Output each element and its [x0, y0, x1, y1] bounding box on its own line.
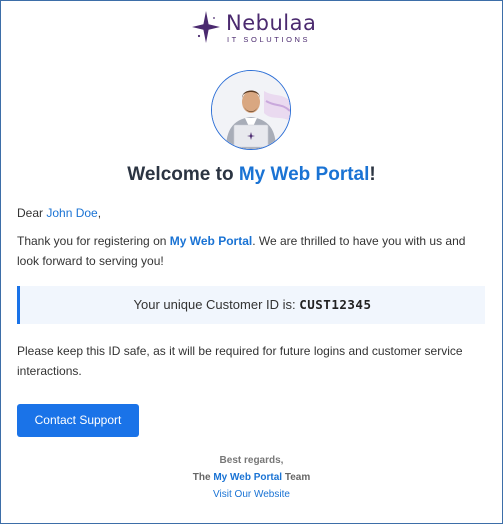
- visit-website-link[interactable]: Visit Our Website: [213, 489, 290, 500]
- thanks-portal-name: My Web Portal: [169, 234, 253, 248]
- footer-link-row: Visit Our Website: [1, 487, 502, 503]
- welcome-portal-name: My Web Portal: [238, 164, 370, 185]
- customer-id-label: Your unique Customer ID is:: [133, 297, 300, 312]
- thanks-prefix: Thank you for registering on: [17, 234, 170, 248]
- footer-team-suffix: Team: [282, 472, 311, 483]
- greeting-dear: Dear: [17, 206, 47, 220]
- person-with-laptop-avatar: [212, 71, 290, 149]
- footer-team-prefix: The: [192, 472, 214, 483]
- welcome-suffix: !: [369, 164, 376, 185]
- keep-id-safe-notice: Please keep this ID safe, as it will be …: [17, 344, 463, 378]
- welcome-prefix: Welcome to: [127, 164, 239, 185]
- customer-id-box: Your unique Customer ID is: CUST12345: [17, 286, 485, 324]
- brand-tagline: IT SOLUTIONS: [227, 35, 311, 44]
- email-frame: Nebulaa IT SOLUTIONS Welcome to My Web P…: [0, 0, 503, 524]
- contact-support-button[interactable]: Contact Support: [17, 404, 139, 437]
- greeting-comma: ,: [97, 206, 102, 220]
- customer-id-value: CUST12345: [299, 297, 372, 312]
- welcome-heading: Welcome to My Web Portal!: [1, 164, 502, 186]
- brand-logo: Nebulaa IT SOLUTIONS: [191, 10, 321, 46]
- customer-name: John Doe: [46, 206, 98, 220]
- footer-regards: Best regards,: [219, 455, 284, 466]
- brand-name: Nebulaa: [226, 11, 317, 35]
- greeting-line: Dear John Doe,: [17, 203, 487, 223]
- four-point-star-icon: [192, 11, 220, 43]
- avatar: [211, 70, 291, 150]
- footer-team: The My Web Portal Team: [1, 470, 502, 486]
- thanks-paragraph: Thank you for registering on My Web Port…: [17, 231, 487, 271]
- footer-team-portal: My Web Portal: [213, 472, 283, 483]
